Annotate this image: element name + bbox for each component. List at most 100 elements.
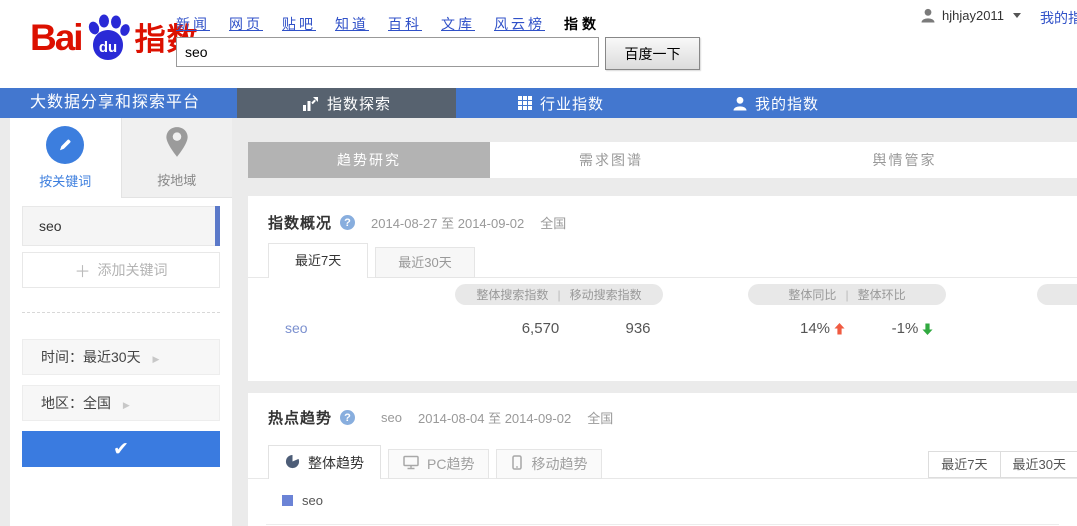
caret-right-icon: ▶ <box>123 400 130 410</box>
mobile-search-index-header: 移动搜索指数 <box>570 286 642 303</box>
caret-right-icon: ▶ <box>152 354 159 364</box>
time-filter[interactable]: 时间：最近30天 ▶ <box>22 339 220 375</box>
index-overview-card: 指数概况 ? 2014-08-27 至 2014-09-02 全国 最近7天 最… <box>248 196 1077 381</box>
research-tabs: 趋势研究 需求图谱 舆情管家 <box>248 142 1077 178</box>
baidu-search-button[interactable]: 百度一下 <box>605 37 700 70</box>
top-nav-web[interactable]: 网页 <box>229 14 263 34</box>
section-title: 热点趋势 <box>268 407 332 428</box>
search-bar: 百度一下 <box>176 37 700 70</box>
primary-navbar: 大数据分享和探索平台 指数探索 行业指数 我的指数 <box>0 88 1077 118</box>
sidebar-tab-by-region[interactable]: 按地域 <box>121 118 233 198</box>
nav-item-label: 我的指数 <box>755 93 819 114</box>
top-nav-news[interactable]: 新闻 <box>176 14 210 34</box>
search-index-header-pill: 整体搜索指数 | 移动搜索指数 <box>455 284 663 305</box>
monitor-icon <box>403 455 419 473</box>
comparison-header-pill: 整体同比 | 整体环比 <box>748 284 946 305</box>
checkmark-icon: ✔ <box>113 438 129 461</box>
trend-tab-label: 整体趋势 <box>308 453 364 473</box>
hot-trend-card: 热点趋势 ? seo 2014-08-04 至 2014-09-02 全国 整体… <box>248 393 1077 526</box>
clipped-header-pill <box>1037 284 1077 305</box>
overview-tab-last7days[interactable]: 最近7天 <box>268 243 368 278</box>
arrow-down-icon <box>922 320 933 337</box>
person-icon <box>733 96 747 111</box>
overview-tab-last30days[interactable]: 最近30天 <box>375 247 474 278</box>
pencil-icon <box>46 126 84 164</box>
keyword-active-bar <box>215 206 220 246</box>
navbar-filler <box>886 88 1077 118</box>
help-icon[interactable]: ? <box>340 215 355 230</box>
chart-legend: seo <box>282 493 323 508</box>
nav-item-my-index[interactable]: 我的指数 <box>666 88 886 118</box>
yoy-number: 14% <box>800 320 830 337</box>
trend-tab-label: PC趋势 <box>427 454 474 474</box>
confirm-button[interactable]: ✔ <box>22 431 220 467</box>
keyword-item[interactable]: seo <box>22 206 220 246</box>
page-header: Bai du 指数 新闻 网页 贴吧 知道 百科 文库 风云榜 指数 百度一下 <box>0 0 1077 88</box>
arrow-up-icon <box>834 320 845 337</box>
trend-btn-last30days[interactable]: 最近30天 <box>1000 452 1077 477</box>
overview-date-range: 2014-08-27 至 2014-09-02 <box>371 213 524 232</box>
sidebar: 按关键词 按地域 seo ＋ 添加关键词 时间：最近30天 ▶ <box>10 118 232 526</box>
trend-btn-last7days[interactable]: 最近7天 <box>929 452 999 477</box>
tab-trend-research[interactable]: 趋势研究 <box>248 142 490 178</box>
sidebar-mode-tabs: 按关键词 按地域 <box>10 118 232 198</box>
keyword-item-label: seo <box>39 218 62 234</box>
sidebar-tab-label: 按地域 <box>157 170 196 189</box>
trend-tab-pc[interactable]: PC趋势 <box>388 449 489 479</box>
tab-demand-map[interactable]: 需求图谱 <box>490 142 732 178</box>
tab-sentiment-manager[interactable]: 舆情管家 <box>732 142 1077 178</box>
sidebar-body: seo ＋ 添加关键词 时间：最近30天 ▶ 地区：全国 ▶ ✔ <box>10 206 232 467</box>
sidebar-divider <box>22 312 220 313</box>
legend-label: seo <box>302 493 323 508</box>
overview-range-tabs: 最近7天 最近30天 <box>268 243 475 278</box>
main-panel: 趋势研究 需求图谱 舆情管家 指数概况 ? 2014-08-27 至 2014-… <box>248 118 1077 526</box>
map-pin-icon <box>163 126 191 163</box>
add-keyword-button[interactable]: ＋ 添加关键词 <box>22 252 220 288</box>
top-nav-wenku[interactable]: 文库 <box>441 14 475 34</box>
overview-title-row: 指数概况 ? 2014-08-27 至 2014-09-02 全国 <box>248 196 1077 233</box>
nav-item-industry-index[interactable]: 行业指数 <box>456 88 666 118</box>
chart-top-gridline <box>266 524 1059 525</box>
top-nav-baike[interactable]: 百科 <box>388 14 422 34</box>
baidu-logo[interactable]: Bai du 指数 <box>30 12 199 62</box>
trend-region: 全国 <box>587 408 613 427</box>
top-nav-index-current: 指数 <box>564 14 600 34</box>
trend-tab-mobile[interactable]: 移动趋势 <box>496 449 602 479</box>
username: hjhjay2011 <box>942 8 1004 23</box>
sidebar-tab-by-keyword[interactable]: 按关键词 <box>10 118 121 198</box>
platform-slogan: 大数据分享和探索平台 <box>0 88 237 118</box>
region-filter[interactable]: 地区：全国 ▶ <box>22 385 220 421</box>
trend-type-tabs: 整体趋势 PC趋势 移动趋势 <box>268 445 602 479</box>
mobile-search-index-value: 936 <box>578 320 698 337</box>
section-title: 指数概况 <box>268 212 332 233</box>
user-dropdown-caret-icon[interactable] <box>1013 13 1021 18</box>
yoy-header: 整体同比 <box>788 286 836 303</box>
add-keyword-label: 添加关键词 <box>98 260 168 280</box>
logo-text-bai: Bai <box>30 14 82 62</box>
nav-item-index-explore[interactable]: 指数探索 <box>237 88 456 118</box>
grid-icon <box>518 96 532 110</box>
overall-search-index-header: 整体搜索指数 <box>476 286 548 303</box>
region-filter-label: 地区：全国 <box>41 395 111 411</box>
mom-value: -1% <box>850 320 975 337</box>
help-icon[interactable]: ? <box>340 410 355 425</box>
overview-data-row: seo 6,570 936 14% -1% <box>248 320 1077 346</box>
pill-divider: | <box>845 288 848 302</box>
overview-region: 全国 <box>540 213 566 232</box>
top-nav-zhidao[interactable]: 知道 <box>335 14 369 34</box>
pie-chart-icon <box>285 454 300 472</box>
search-input[interactable] <box>176 37 599 67</box>
time-filter-label: 时间：最近30天 <box>41 349 141 365</box>
content-area: 按关键词 按地域 seo ＋ 添加关键词 时间：最近30天 ▶ <box>0 118 1077 526</box>
trend-tab-overall[interactable]: 整体趋势 <box>268 445 381 479</box>
my-index-link[interactable]: 我的指数 <box>1040 8 1077 28</box>
row-keyword-link[interactable]: seo <box>285 320 308 336</box>
top-nav-fengyunbang[interactable]: 风云榜 <box>494 14 545 34</box>
top-nav-tieba[interactable]: 贴吧 <box>282 14 316 34</box>
phone-icon <box>511 455 523 473</box>
user-icon <box>921 8 935 23</box>
trend-tab-label: 移动趋势 <box>531 454 587 474</box>
user-area[interactable]: hjhjay2011 <box>921 8 1021 23</box>
trend-date-range: 2014-08-04 至 2014-09-02 <box>418 408 571 427</box>
baidu-paw-icon: du <box>85 12 131 64</box>
